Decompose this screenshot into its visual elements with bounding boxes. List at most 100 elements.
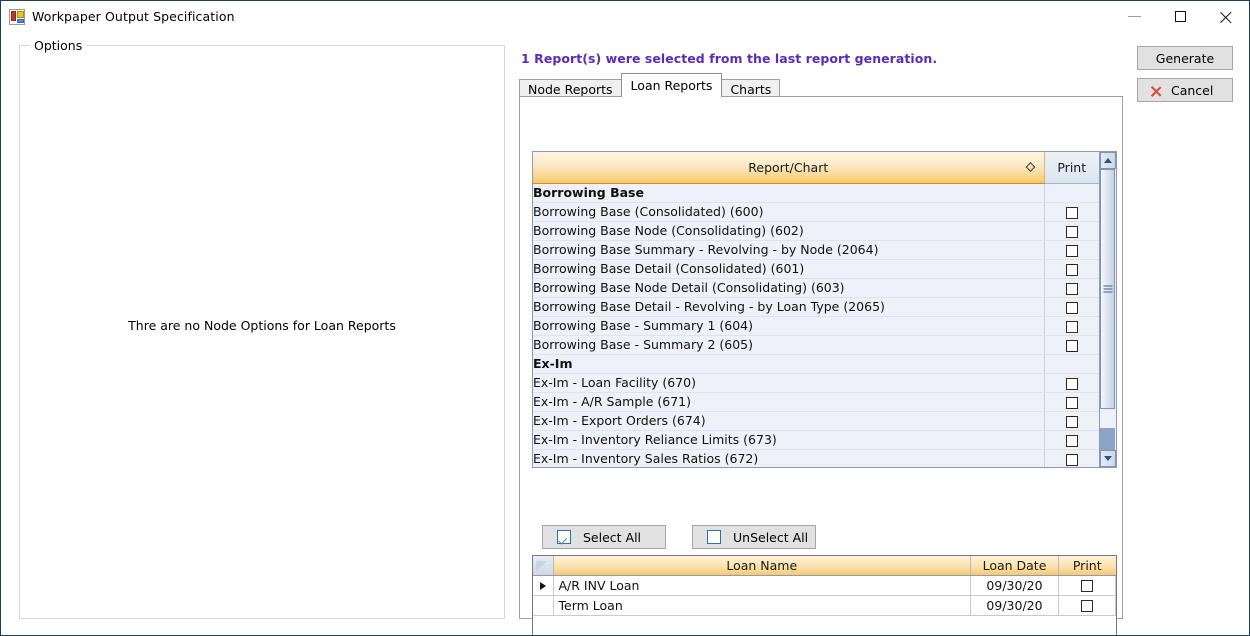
- options-legend: Options: [30, 38, 86, 53]
- red-x-icon: [1150, 85, 1161, 96]
- unchecked-checkbox-icon[interactable]: [1066, 207, 1078, 219]
- unchecked-checkbox-icon[interactable]: [1081, 580, 1093, 592]
- unchecked-checkbox-icon[interactable]: [1066, 340, 1078, 352]
- options-empty-message: Thre are no Node Options for Loan Report…: [20, 318, 504, 333]
- unchecked-checkbox-icon[interactable]: [1066, 245, 1078, 257]
- scroll-grip-icon: [1103, 286, 1112, 293]
- report-row[interactable]: Ex-Im - A/R Sample (671): [533, 392, 1099, 411]
- column-header-report-chart[interactable]: Report/Chart: [533, 152, 1044, 183]
- report-row[interactable]: Borrowing Base Detail - Revolving - by L…: [533, 297, 1099, 316]
- unchecked-checkbox-icon[interactable]: [1081, 600, 1093, 612]
- report-print-cell[interactable]: [1044, 392, 1099, 411]
- cancel-button[interactable]: Cancel: [1137, 78, 1233, 102]
- scrollbar-track[interactable]: [1100, 169, 1116, 450]
- report-print-cell: [1044, 183, 1099, 202]
- report-print-cell[interactable]: [1044, 411, 1099, 430]
- report-row[interactable]: Ex-Im - Loan Facility (670): [533, 373, 1099, 392]
- report-print-cell[interactable]: [1044, 335, 1099, 354]
- current-row-arrow-icon: [540, 582, 546, 590]
- select-all-label: Select All: [583, 530, 641, 545]
- report-row[interactable]: Borrowing Base - Summary 1 (604): [533, 316, 1099, 335]
- column-header-row-selector: [533, 556, 553, 575]
- minimize-button[interactable]: [1111, 1, 1157, 31]
- loan-print-cell[interactable]: [1059, 595, 1116, 615]
- unchecked-checkbox-icon[interactable]: [1066, 302, 1078, 314]
- diamond-sort-icon[interactable]: [1025, 162, 1035, 172]
- window-title: Workpaper Output Specification: [32, 9, 235, 24]
- report-group-label: Borrowing Base: [533, 183, 1044, 202]
- report-name-cell: Borrowing Base (Consolidated) (600): [533, 202, 1044, 221]
- report-print-cell[interactable]: [1044, 316, 1099, 335]
- report-row[interactable]: Borrowing Base Node Detail (Consolidatin…: [533, 278, 1099, 297]
- close-icon: [1220, 10, 1233, 23]
- report-print-cell[interactable]: [1044, 278, 1099, 297]
- report-row[interactable]: Ex-Im - Export Orders (674): [533, 411, 1099, 430]
- report-group-row[interactable]: Borrowing Base: [533, 183, 1099, 202]
- report-print-cell[interactable]: [1044, 430, 1099, 449]
- unselect-all-button[interactable]: UnSelect All: [692, 525, 816, 549]
- loan-row[interactable]: A/R INV Loan09/30/20: [533, 575, 1116, 595]
- unchecked-checkbox-icon[interactable]: [1066, 397, 1078, 409]
- loan-row-selector[interactable]: [533, 575, 553, 595]
- unchecked-checkbox-icon[interactable]: [1066, 283, 1078, 295]
- report-row[interactable]: Ex-Im - Inventory Sales Ratios (672): [533, 449, 1099, 467]
- report-name-cell: Borrowing Base Summary - Revolving - by …: [533, 240, 1044, 259]
- report-print-cell[interactable]: [1044, 259, 1099, 278]
- corner-triangle-icon: [536, 561, 547, 572]
- loan-print-cell[interactable]: [1059, 575, 1116, 595]
- report-print-cell[interactable]: [1044, 449, 1099, 467]
- loan-name-cell: A/R INV Loan: [553, 575, 971, 595]
- loan-grid: Loan Name Loan Date Print A/R INV Loan09…: [532, 555, 1117, 636]
- unchecked-checkbox-icon[interactable]: [1066, 378, 1078, 390]
- loan-date-cell: 09/30/20: [971, 595, 1059, 615]
- maximize-button[interactable]: [1157, 1, 1203, 31]
- report-name-cell: Ex-Im - Export Orders (674): [533, 411, 1044, 430]
- maximize-icon: [1175, 11, 1186, 22]
- loan-row[interactable]: Term Loan09/30/20: [533, 595, 1116, 615]
- scroll-up-button[interactable]: [1100, 152, 1116, 169]
- report-row[interactable]: Borrowing Base (Consolidated) (600): [533, 202, 1099, 221]
- report-grid-scrollbar[interactable]: [1099, 152, 1116, 467]
- report-group-label: Ex-Im: [533, 354, 1044, 373]
- column-header-loan-name[interactable]: Loan Name: [553, 556, 971, 575]
- report-print-cell[interactable]: [1044, 297, 1099, 316]
- report-print-cell[interactable]: [1044, 221, 1099, 240]
- checked-checkbox-icon: [557, 530, 571, 544]
- tab-loan-reports[interactable]: Loan Reports: [621, 73, 723, 97]
- unchecked-checkbox-icon[interactable]: [1066, 264, 1078, 276]
- unchecked-checkbox-icon[interactable]: [1066, 226, 1078, 238]
- report-print-cell[interactable]: [1044, 240, 1099, 259]
- scrollbar-lower-region[interactable]: [1100, 428, 1115, 450]
- unchecked-checkbox-icon[interactable]: [1066, 454, 1078, 466]
- report-group-row[interactable]: Ex-Im: [533, 354, 1099, 373]
- scroll-down-button[interactable]: [1100, 450, 1116, 467]
- column-header-loan-date[interactable]: Loan Date: [971, 556, 1059, 575]
- scrollbar-thumb[interactable]: [1100, 169, 1115, 409]
- report-grid: Report/Chart Print Borrowing BaseBorrowi…: [532, 151, 1117, 468]
- select-all-button[interactable]: Select All: [542, 525, 666, 549]
- options-groupbox: Options Thre are no Node Options for Loa…: [19, 45, 505, 619]
- report-row[interactable]: Borrowing Base Node (Consolidating) (602…: [533, 221, 1099, 240]
- scroll-up-icon: [1104, 158, 1112, 163]
- report-name-cell: Ex-Im - Inventory Sales Ratios (672): [533, 449, 1044, 467]
- close-button[interactable]: [1203, 1, 1249, 31]
- unselect-all-label: UnSelect All: [733, 530, 808, 545]
- loan-grid-rows: A/R INV Loan09/30/20Term Loan09/30/20: [533, 575, 1116, 615]
- column-header-loan-print[interactable]: Print: [1059, 556, 1116, 575]
- generate-button[interactable]: Generate: [1137, 46, 1233, 70]
- report-grid-rows: Borrowing BaseBorrowing Base (Consolidat…: [533, 183, 1099, 467]
- reports-pane: 1 Report(s) were selected from the last …: [519, 45, 1127, 619]
- report-print-cell[interactable]: [1044, 202, 1099, 221]
- title-bar: Workpaper Output Specification: [1, 1, 1249, 32]
- loan-row-selector[interactable]: [533, 595, 553, 615]
- report-row[interactable]: Borrowing Base Summary - Revolving - by …: [533, 240, 1099, 259]
- report-row[interactable]: Borrowing Base Detail (Consolidated) (60…: [533, 259, 1099, 278]
- column-header-print[interactable]: Print: [1044, 152, 1099, 183]
- column-header-report-chart-label: Report/Chart: [748, 160, 828, 175]
- unchecked-checkbox-icon[interactable]: [1066, 435, 1078, 447]
- report-print-cell[interactable]: [1044, 373, 1099, 392]
- report-row[interactable]: Borrowing Base - Summary 2 (605): [533, 335, 1099, 354]
- unchecked-checkbox-icon[interactable]: [1066, 416, 1078, 428]
- report-row[interactable]: Ex-Im - Inventory Reliance Limits (673): [533, 430, 1099, 449]
- unchecked-checkbox-icon[interactable]: [1066, 321, 1078, 333]
